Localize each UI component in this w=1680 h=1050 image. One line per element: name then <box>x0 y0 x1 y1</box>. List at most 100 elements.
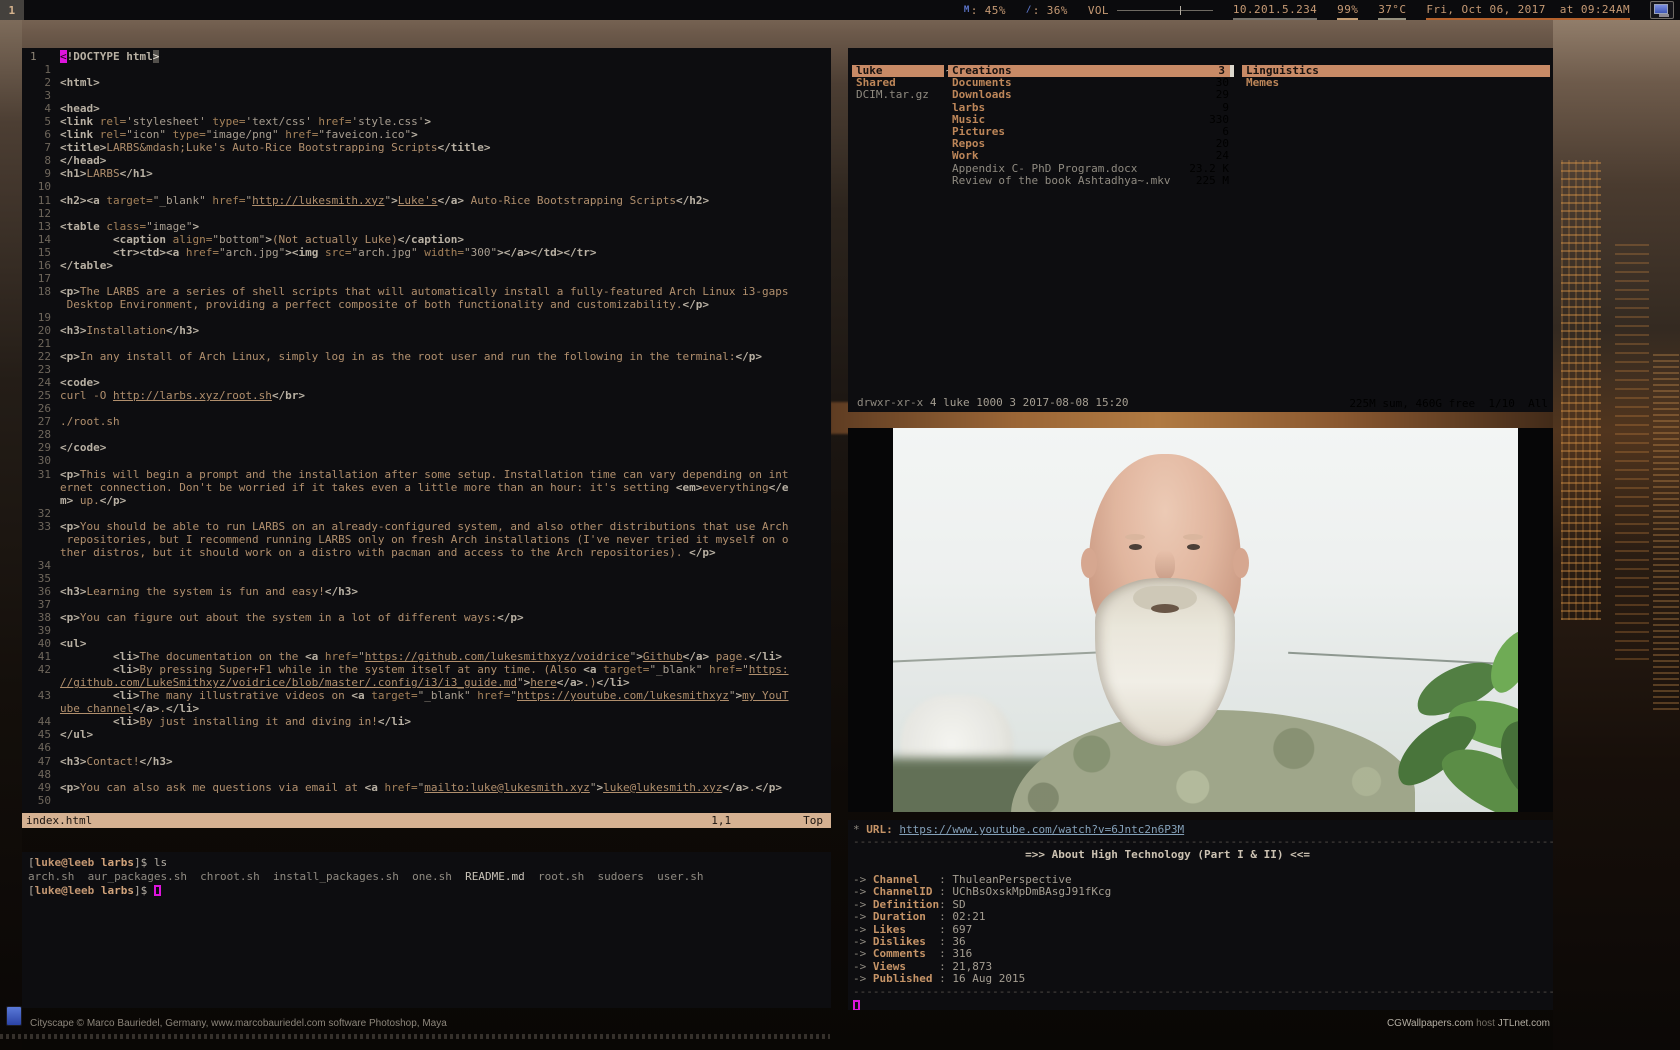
terminal-row: Appendix C- PhD Program.docx23.2 K <box>948 163 1234 175</box>
terminal-row: 2<html> <box>26 76 831 89</box>
terminal-row <box>853 998 1553 1010</box>
ranger-parent-column[interactable]: lukeSharedDCIM.tar.gz <box>852 65 944 396</box>
terminal-row: Music330 <box>948 114 1234 126</box>
terminal-row: Linguistics <box>1242 65 1550 77</box>
terminal-row: 18<p>The LARBS are a series of shell scr… <box>26 285 831 298</box>
vim-scroll-position: Top <box>803 813 823 828</box>
terminal-row: 28 <box>26 428 831 441</box>
youtube-viewer-terminal[interactable]: * URL: https://www.youtube.com/watch?v=6… <box>848 820 1553 1010</box>
wallpaper-blue-chip <box>6 1006 22 1026</box>
wallpaper-building <box>1615 240 1649 660</box>
terminal-row: Pictures6 <box>948 126 1234 138</box>
shell-terminal-window[interactable]: [luke@leeb larbs]$ lsarch.sh aur_package… <box>22 852 831 1008</box>
terminal-row: -> Dislikes : 36 <box>853 936 1553 948</box>
terminal-row: -> Channel : ThuleanPerspective <box>853 874 1553 886</box>
terminal-row: 39 <box>26 624 831 637</box>
terminal-row: 21 <box>26 337 831 350</box>
terminal-row: [luke@leeb larbs]$ <box>28 883 831 897</box>
wallpaper-left-strip <box>0 20 22 1050</box>
vim-ruler: 1,1 <box>711 813 731 828</box>
terminal-row: 1 <box>26 63 831 76</box>
terminal-row: 13<table class="image"> <box>26 220 831 233</box>
terminal-row: 45</ul> <box>26 728 831 741</box>
terminal-row: 6<link rel="icon" type="image/png" href=… <box>26 128 831 141</box>
memory-module: M: 45% <box>964 0 1006 20</box>
video-info-output: * URL: https://www.youtube.com/watch?v=6… <box>853 824 1553 1010</box>
ranger-disk-usage: 225M sum, 460G free 1/10 All <box>1349 397 1548 411</box>
terminal-row: 31<p>This will begin a prompt and the in… <box>26 468 831 481</box>
wallpaper-right-strip <box>1553 20 1680 1050</box>
temperature-module: 37°C <box>1378 0 1406 20</box>
terminal-row: 32 <box>26 507 831 520</box>
system-tray-monitor-icon[interactable] <box>1650 1 1674 19</box>
terminal-row: 40<ul> <box>26 637 831 650</box>
memory-icon: M <box>964 5 970 15</box>
terminal-row: -> Likes : 697 <box>853 924 1553 936</box>
shell-output: [luke@leeb larbs]$ lsarch.sh aur_package… <box>28 856 831 897</box>
terminal-row: Downloads29 <box>948 89 1234 101</box>
terminal-row: luke <box>852 65 944 77</box>
terminal-row: 10 <box>26 180 831 193</box>
terminal-row: 24<code> <box>26 376 831 389</box>
ranger-current-column[interactable]: Creations3Documents30Downloads29larbs9Mu… <box>948 65 1234 396</box>
terminal-row: Repos20 <box>948 138 1234 150</box>
disk-icon: / <box>1026 5 1032 15</box>
terminal-row: Memes <box>1242 77 1550 89</box>
volume-slider[interactable] <box>1117 10 1213 11</box>
terminal-row: 23 <box>26 363 831 376</box>
terminal-row: 19 <box>26 311 831 324</box>
wallpaper-watermark-line <box>0 1034 830 1039</box>
terminal-row: drwxr-xr-x 4 luke 1000 3 2017-08-08 15:2… <box>853 397 1129 409</box>
terminal-row: 25curl -O http://larbs.xyz/root.sh</br> <box>26 389 831 402</box>
terminal-row: -> Duration : 02:21 <box>853 911 1553 923</box>
terminal-row: 22<p>In any install of Arch Linux, simpl… <box>26 350 831 363</box>
terminal-row: =>> About High Technology (Part I & II) … <box>853 849 1553 861</box>
terminal-row: Review of the book Ashtadhya~.mkv225 M <box>948 175 1234 187</box>
terminal-row: 41 <li>The documentation on the <a href=… <box>26 650 831 663</box>
vim-buffer[interactable]: 1<!DOCTYPE html>12<html>34<head>5<link r… <box>22 50 831 807</box>
ranger-window[interactable]: luke@leeb ~/Creations lukeSharedDCIM.tar… <box>848 48 1553 412</box>
video-frame <box>893 428 1518 812</box>
terminal-row: 47<h3>Contact!</h3> <box>26 755 831 768</box>
terminal-row: 3 <box>26 89 831 102</box>
ranger-preview-column[interactable]: LinguisticsMemes <box>1242 65 1550 396</box>
terminal-row: -> Published : 16 Aug 2015 <box>853 973 1553 985</box>
terminal-row: 26 <box>26 402 831 415</box>
terminal-cursor <box>853 1000 860 1010</box>
terminal-row: -> ChannelID : UChBsOxskMpDmBAsgJ91fKcg <box>853 886 1553 898</box>
terminal-row: ube channel</a>.</li> <box>26 702 831 715</box>
monitor-base-icon <box>1659 14 1669 17</box>
terminal-cursor <box>154 885 161 896</box>
ranger-titlebar: luke@leeb ~/Creations <box>848 48 1553 63</box>
terminal-row: 48 <box>26 768 831 781</box>
terminal-row: 8</head> <box>26 154 831 167</box>
terminal-row: 17 <box>26 272 831 285</box>
volume-module[interactable]: VOL <box>1088 0 1213 20</box>
terminal-row: 4<head> <box>26 102 831 115</box>
status-modules: M: 45% /: 36% VOL 10.201.5.234 99% 37°C … <box>964 0 1680 20</box>
terminal-row: Shared <box>852 77 944 89</box>
terminal-row: 1<!DOCTYPE html> <box>26 50 831 63</box>
ip-module: 10.201.5.234 <box>1233 0 1317 20</box>
terminal-row: [luke@leeb larbs]$ ls <box>28 856 831 870</box>
terminal-row: 33<p>You should be able to run LARBS on … <box>26 520 831 533</box>
terminal-row: 5<link rel='stylesheet' type='text/css' … <box>26 115 831 128</box>
terminal-row: 38<p>You can figure out about the system… <box>26 611 831 624</box>
volume-slider-handle[interactable] <box>1180 6 1181 15</box>
wallpaper-building <box>1653 350 1679 710</box>
terminal-row: 11<h2><a target="_blank" href="http://lu… <box>26 194 831 207</box>
terminal-row: //github.com/LukeSmithxyz/voidrice/blob/… <box>26 676 831 689</box>
terminal-row: DCIM.tar.gz <box>852 89 944 101</box>
terminal-row: larbs9 <box>948 102 1234 114</box>
terminal-row: 36<h3>Learning the system is fun and eas… <box>26 585 831 598</box>
workspace-button-1[interactable]: 1 <box>0 0 24 20</box>
vim-editor-window[interactable]: 1<!DOCTYPE html>12<html>34<head>5<link r… <box>22 48 831 828</box>
mpv-video-window[interactable] <box>848 428 1553 812</box>
i3-status-bar: 1 M: 45% /: 36% VOL 10.201.5.234 99% 37°… <box>0 0 1680 20</box>
terminal-row: 34 <box>26 559 831 572</box>
ranger-miller-columns: lukeSharedDCIM.tar.gz Creations3Document… <box>848 65 1553 396</box>
wallpaper-credit-text: Cityscape © Marco Bauriedel, Germany, ww… <box>30 1018 447 1029</box>
terminal-row: Desktop Environment, providing a perfect… <box>26 298 831 311</box>
terminal-row: 37 <box>26 598 831 611</box>
terminal-row: Creations3 <box>948 65 1234 77</box>
